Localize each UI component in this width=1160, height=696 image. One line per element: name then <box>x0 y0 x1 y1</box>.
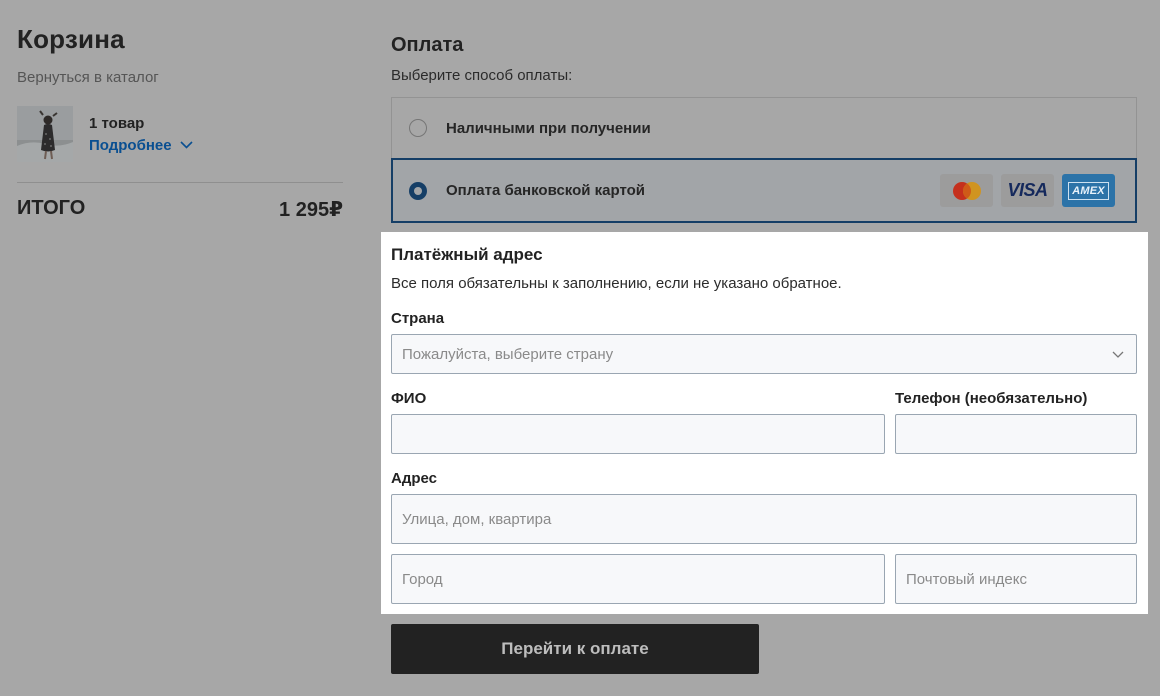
mastercard-icon <box>940 174 993 207</box>
total-label: ИТОГО <box>17 197 86 219</box>
street-input[interactable] <box>391 494 1137 544</box>
radio-card-selected[interactable] <box>409 181 427 200</box>
amex-icon: AMEX <box>1062 174 1115 207</box>
payment-option-card[interactable]: Оплата банковской картой VISA AMEX <box>391 158 1137 223</box>
chevron-down-icon <box>1112 351 1124 358</box>
divider <box>17 182 343 183</box>
payment-option-label: Наличными при получении <box>446 119 651 137</box>
product-thumbnail[interactable] <box>17 106 73 162</box>
full-name-input[interactable] <box>391 414 885 454</box>
cart-item-info: 1 товар Подробнее <box>89 115 193 154</box>
total-row: ИТОГО 1 295₽ <box>17 197 343 222</box>
billing-address-panel: Платёжный адрес Все поля обязательны к з… <box>381 232 1148 614</box>
payment-option-label: Оплата банковской картой <box>446 182 645 199</box>
visa-text: VISA <box>1007 180 1048 200</box>
phone-input[interactable] <box>895 414 1137 454</box>
proceed-to-payment-button[interactable]: Перейти к оплате <box>391 624 759 674</box>
visa-icon: VISA <box>1001 174 1054 207</box>
payment-option-cash[interactable]: Наличными при получении <box>391 97 1137 159</box>
country-select-placeholder: Пожалуйста, выберите страну <box>402 345 614 363</box>
details-toggle-label: Подробнее <box>89 136 172 154</box>
product-photo-icon <box>17 106 73 162</box>
card-logos: VISA AMEX <box>940 174 1115 207</box>
city-input[interactable] <box>391 554 885 604</box>
country-label: Страна <box>391 310 445 327</box>
cart-title: Корзина <box>17 24 125 54</box>
payment-subtitle: Выберите способ оплаты: <box>391 67 573 84</box>
total-value: 1 295₽ <box>279 199 343 221</box>
details-toggle[interactable]: Подробнее <box>89 137 193 154</box>
phone-label: Телефон (необязательно) <box>895 390 1088 407</box>
full-name-label: ФИО <box>391 390 427 407</box>
billing-note: Все поля обязательны к заполнению, если … <box>391 275 842 292</box>
chevron-down-icon <box>180 141 193 149</box>
billing-title: Платёжный адрес <box>391 245 543 264</box>
country-select[interactable]: Пожалуйста, выберите страну <box>391 334 1137 374</box>
item-count: 1 товар <box>89 114 145 132</box>
payment-section: Оплата Выберите способ оплаты: Наличными… <box>391 34 1137 223</box>
amex-text: AMEX <box>1068 181 1109 200</box>
cart-summary: Корзина Вернуться в каталог 1 товар Подр… <box>17 24 343 222</box>
radio-cash[interactable] <box>409 119 427 137</box>
zip-input[interactable] <box>895 554 1137 604</box>
cart-item-row: 1 товар Подробнее <box>17 106 343 162</box>
back-to-catalog-link[interactable]: Вернуться в каталог <box>17 69 343 86</box>
payment-title: Оплата <box>391 34 464 56</box>
address-label: Адрес <box>391 470 438 487</box>
